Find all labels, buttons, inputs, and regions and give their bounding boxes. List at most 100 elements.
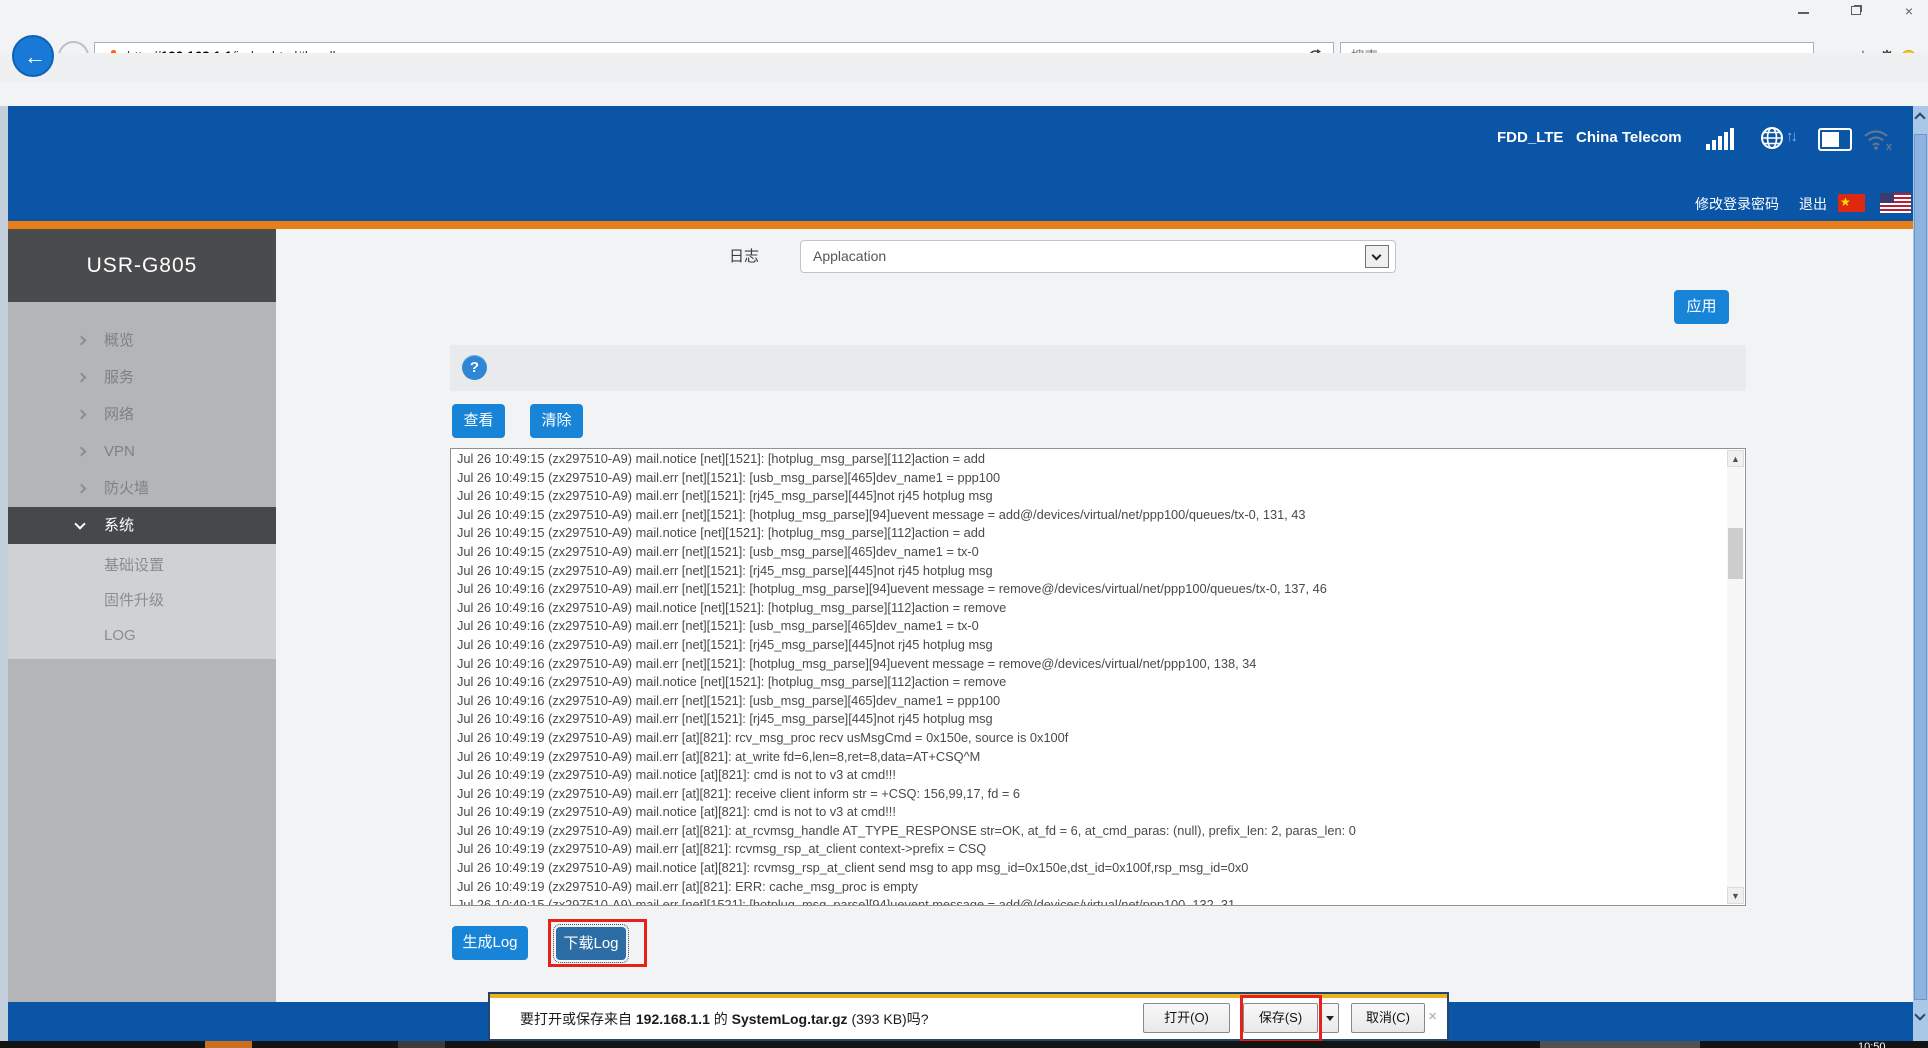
log-line: Jul 26 10:49:15 (zx297510-A9) mail.err [… xyxy=(457,543,1723,562)
log-line: Jul 26 10:49:19 (zx297510-A9) mail.err [… xyxy=(457,785,1723,804)
scrollbar-thumb[interactable] xyxy=(1914,134,1927,1000)
language-flag-cn[interactable]: ★ xyxy=(1838,194,1865,212)
log-line: Jul 26 10:49:19 (zx297510-A9) mail.err [… xyxy=(457,840,1723,859)
sim-card-icon xyxy=(1818,128,1852,151)
log-line: Jul 26 10:49:19 (zx297510-A9) mail.err [… xyxy=(457,878,1723,897)
log-line: Jul 26 10:49:19 (zx297510-A9) mail.err [… xyxy=(457,822,1723,841)
log-line: Jul 26 10:49:16 (zx297510-A9) mail.notic… xyxy=(457,599,1723,618)
taskbar[interactable]: 10:50 xyxy=(0,1041,1928,1048)
log-line: Jul 26 10:49:19 (zx297510-A9) mail.err [… xyxy=(457,748,1723,767)
taskbar-app[interactable] xyxy=(398,1041,445,1048)
log-scroll-down-icon[interactable]: ▼ xyxy=(1727,887,1744,904)
log-lines: Jul 26 10:49:15 (zx297510-A9) mail.notic… xyxy=(457,450,1723,906)
window-minimize-button[interactable] xyxy=(1790,4,1816,18)
scrollbar-up-icon[interactable] xyxy=(1914,112,1925,123)
screen: × ← → http://192.168.1.1/index.html#loca… xyxy=(0,0,1928,1048)
log-line: Jul 26 10:49:16 (zx297510-A9) mail.notic… xyxy=(457,673,1723,692)
generate-log-button[interactable]: 生成Log xyxy=(452,926,528,960)
sidebar: USR-G805 概览 服务 网络 VPN 防火墙 系统 基础设置固件升级LOG xyxy=(8,229,276,1003)
log-line: Jul 26 10:49:15 (zx297510-A9) mail.err [… xyxy=(457,469,1723,488)
taskbar-active-app[interactable] xyxy=(205,1041,252,1048)
sidebar-submenu: 基础设置固件升级LOG xyxy=(8,544,276,659)
apply-button[interactable]: 应用 xyxy=(1674,290,1729,324)
chevron-down-icon xyxy=(74,518,85,529)
log-line: Jul 26 10:49:15 (zx297510-A9) mail.err [… xyxy=(457,506,1723,525)
taskbar-app[interactable] xyxy=(1540,1041,1700,1048)
background-window-edge xyxy=(0,106,8,1041)
wifi-x-mark: x xyxy=(1886,141,1892,153)
chevron-right-icon xyxy=(77,484,87,494)
page-header: ® 有人物联网 工业物联网通信专家 FDD_LTE China Telecom … xyxy=(8,106,1913,221)
log-line: Jul 26 10:49:19 (zx297510-A9) mail.notic… xyxy=(457,859,1723,878)
log-line: Jul 26 10:49:16 (zx297510-A9) mail.err [… xyxy=(457,710,1723,729)
notification-close-icon[interactable]: × xyxy=(1428,1008,1437,1025)
log-scroll-up-icon[interactable]: ▲ xyxy=(1727,450,1744,467)
log-line: Jul 26 10:49:16 (zx297510-A9) mail.err [… xyxy=(457,655,1723,674)
scrollbar-down-icon[interactable] xyxy=(1914,1009,1925,1020)
log-line: Jul 26 10:49:15 (zx297510-A9) mail.err [… xyxy=(457,562,1723,581)
view-log-button[interactable]: 查看 xyxy=(452,404,505,438)
open-button[interactable]: 打开(O) xyxy=(1143,1003,1230,1033)
download-message: 要打开或保存来自 192.168.1.1 的 SystemLog.tar.gz … xyxy=(520,1009,929,1029)
log-type-selected-value: Applacation xyxy=(813,241,886,272)
network-type-label: FDD_LTE xyxy=(1497,129,1563,146)
log-line: Jul 26 10:49:15 (zx297510-A9) mail.notic… xyxy=(457,524,1723,543)
globe-traffic-icon: ↑↓ xyxy=(1760,126,1806,152)
updown-arrows-icon: ↑↓ xyxy=(1786,128,1795,145)
log-line: Jul 26 10:49:16 (zx297510-A9) mail.err [… xyxy=(457,692,1723,711)
select-dropdown-icon[interactable] xyxy=(1365,245,1389,268)
language-flag-us[interactable] xyxy=(1880,193,1911,213)
log-field-label: 日志 xyxy=(729,240,759,273)
window-titlebar: × xyxy=(0,0,1928,20)
sidebar-item[interactable]: VPN xyxy=(8,433,276,470)
chevron-right-icon xyxy=(77,373,87,383)
help-bar: ? xyxy=(450,345,1746,391)
device-name: USR-G805 xyxy=(8,229,276,302)
favorites-bar: ★ xyxy=(0,82,1928,106)
signal-strength-icon xyxy=(1706,128,1738,150)
window-restore-button[interactable] xyxy=(1843,4,1869,18)
sidebar-subitem[interactable]: 固件升级 xyxy=(8,583,276,618)
back-icon: ← xyxy=(24,44,46,70)
sidebar-item[interactable]: 网络 xyxy=(8,396,276,433)
notification-accent-line xyxy=(490,994,1447,998)
save-dropdown-icon[interactable] xyxy=(1320,1003,1339,1033)
page-scrollbar[interactable] xyxy=(1913,106,1928,1041)
chevron-right-icon xyxy=(77,410,87,420)
log-line: Jul 26 10:49:19 (zx297510-A9) mail.notic… xyxy=(457,766,1723,785)
log-type-select[interactable]: Applacation xyxy=(800,240,1396,273)
browser-navigation-bar: ← → http://192.168.1.1/index.html#locall… xyxy=(0,20,1928,53)
help-icon[interactable]: ? xyxy=(462,355,487,380)
back-button[interactable]: ← xyxy=(12,35,54,77)
sidebar-item[interactable]: 防火墙 xyxy=(8,470,276,507)
save-button[interactable]: 保存(S) xyxy=(1243,1003,1318,1033)
download-log-button[interactable]: 下载Log xyxy=(556,927,626,960)
sidebar-item[interactable]: 概览 xyxy=(8,322,276,359)
tab-bar: USR-G805 × ✦ xyxy=(0,53,1928,82)
cancel-button[interactable]: 取消(C) xyxy=(1351,1003,1425,1033)
sidebar-menu: 概览 服务 网络 VPN 防火墙 xyxy=(8,322,276,507)
wifi-disabled-icon: x xyxy=(1862,128,1890,152)
chevron-right-icon xyxy=(77,447,87,457)
log-line: Jul 26 10:49:19 (zx297510-A9) mail.notic… xyxy=(457,803,1723,822)
log-scrollbar[interactable]: ▲ ▼ xyxy=(1727,450,1744,904)
chevron-right-icon xyxy=(77,336,87,346)
log-line: Jul 26 10:49:15 (zx297510-A9) mail.notic… xyxy=(457,450,1723,469)
sidebar-subitem[interactable]: LOG xyxy=(8,618,276,653)
log-output-area[interactable]: Jul 26 10:49:15 (zx297510-A9) mail.notic… xyxy=(450,448,1746,906)
sidebar-subitem[interactable]: 基础设置 xyxy=(8,548,276,583)
log-line: Jul 26 10:49:19 (zx297510-A9) mail.err [… xyxy=(457,729,1723,748)
logout-link[interactable]: 退出 xyxy=(1799,194,1827,214)
log-line: Jul 26 10:49:16 (zx297510-A9) mail.err [… xyxy=(457,580,1723,599)
window-close-button[interactable]: × xyxy=(1896,4,1922,18)
carrier-label: China Telecom xyxy=(1576,129,1682,146)
log-line: Jul 26 10:49:15 (zx297510-A9) mail.err [… xyxy=(457,487,1723,506)
log-line: Jul 26 10:49:16 (zx297510-A9) mail.err [… xyxy=(457,617,1723,636)
sidebar-item-system-active[interactable]: 系统 xyxy=(8,507,276,544)
log-line: Jul 26 10:49:15 (zx297510-A9) mail.err [… xyxy=(457,896,1723,906)
sidebar-item[interactable]: 服务 xyxy=(8,359,276,396)
log-scroll-thumb[interactable] xyxy=(1728,528,1743,579)
clear-log-button[interactable]: 清除 xyxy=(530,404,583,438)
change-password-link[interactable]: 修改登录密码 xyxy=(1695,194,1779,214)
taskbar-clock: 10:50 xyxy=(1858,1041,1886,1048)
